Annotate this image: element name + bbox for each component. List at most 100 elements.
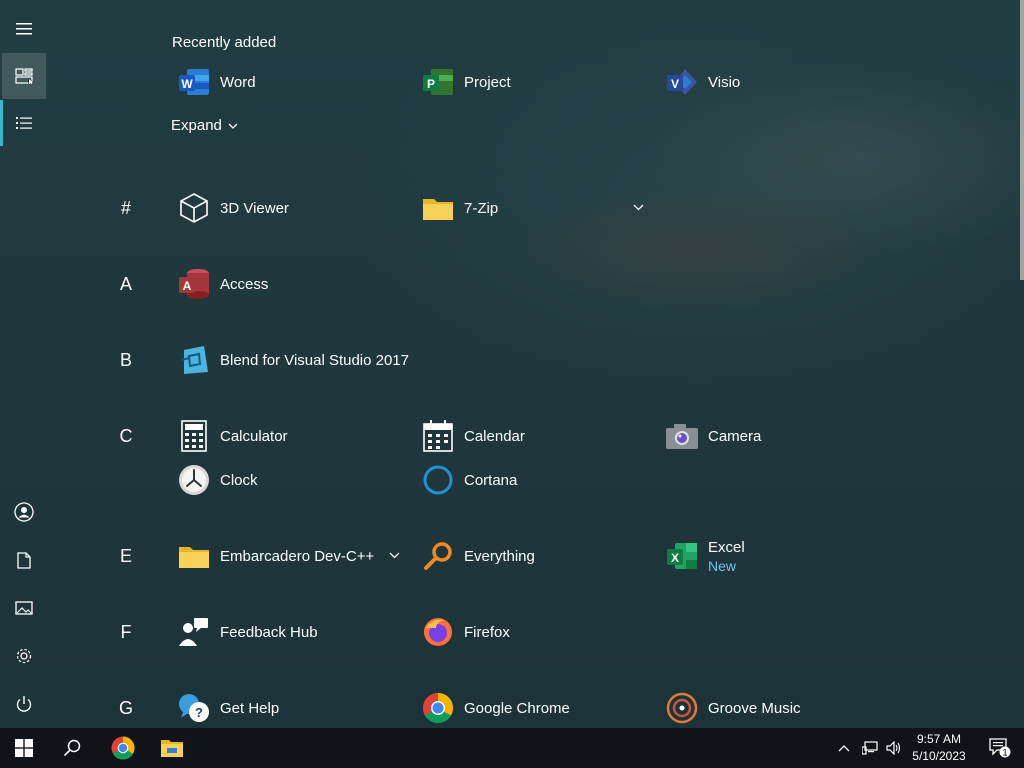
cortana-icon (420, 462, 456, 498)
app-label: Blend for Visual Studio 2017 (220, 351, 410, 369)
document-icon (17, 551, 31, 569)
app-calendar[interactable]: Calendar (420, 416, 525, 456)
word-icon: W (176, 64, 212, 100)
app-groove-music[interactable]: Groove Music (664, 688, 801, 728)
app-3d-viewer[interactable]: 3D Viewer (176, 188, 289, 228)
search-button[interactable] (48, 728, 96, 768)
visio-icon: V (664, 64, 700, 100)
help-icon: ? (176, 690, 212, 726)
start-menu-rail (0, 0, 48, 728)
windows-icon (15, 739, 33, 757)
new-badge: New (708, 557, 737, 574)
tiles-view-button[interactable] (2, 53, 46, 99)
app-excel[interactable]: X Excel New (664, 536, 745, 576)
camera-icon (664, 418, 700, 454)
chevron-up-icon[interactable] (838, 744, 850, 752)
action-center-button[interactable]: 1 (976, 728, 1024, 768)
magnifier-icon (420, 538, 456, 574)
app-label: 3D Viewer (220, 199, 289, 217)
app-label: Clock (220, 471, 258, 489)
app-label: Google Chrome (464, 699, 570, 717)
taskbar-clock[interactable]: 9:57 AM 5/10/2023 (906, 731, 972, 765)
chevron-down-icon (228, 123, 238, 129)
file-explorer-icon (161, 740, 183, 757)
firefox-icon (420, 614, 456, 650)
recently-added-heading: Recently added (172, 34, 277, 51)
excel-name: Excel (708, 538, 745, 556)
calculator-icon (176, 418, 212, 454)
feedback-icon (176, 614, 212, 650)
app-7-zip[interactable]: 7-Zip (420, 188, 498, 228)
app-label: Camera (708, 427, 762, 445)
app-get-help[interactable]: ? Get Help (176, 688, 279, 728)
app-label: Groove Music (708, 699, 801, 717)
letter-heading-g[interactable]: G (112, 698, 140, 719)
app-label: Project (464, 73, 511, 91)
letter-heading-b[interactable]: B (112, 350, 140, 371)
start-button[interactable] (0, 728, 48, 768)
documents-button[interactable] (0, 537, 48, 583)
app-label: 7-Zip (464, 199, 499, 217)
letter-heading-c[interactable]: C (112, 426, 140, 447)
app-label: Excel New (708, 539, 745, 574)
user-account-button[interactable] (0, 489, 48, 535)
app-clock[interactable]: Clock (176, 460, 258, 500)
app-everything[interactable]: Everything (420, 536, 535, 576)
power-icon (16, 696, 32, 712)
app-feedback-hub[interactable]: Feedback Hub (176, 612, 318, 652)
notification-count: 1 (1002, 748, 1007, 758)
app-label: Everything (464, 547, 535, 565)
app-label: Access (220, 275, 269, 293)
app-access[interactable]: A Access (176, 264, 268, 304)
app-firefox[interactable]: Firefox (420, 612, 510, 652)
recent-app-project[interactable]: P Project (420, 62, 511, 102)
app-label: Firefox (464, 623, 510, 641)
app-label: Calendar (464, 427, 525, 445)
hamburger-menu-button[interactable] (0, 6, 48, 52)
app-label: Cortana (464, 471, 518, 489)
search-icon (63, 739, 81, 757)
settings-button[interactable] (0, 633, 48, 679)
app-label: Embarcadero Dev-C++ (220, 547, 375, 565)
all-apps-button[interactable] (0, 100, 48, 146)
letter-heading-e[interactable]: E (112, 546, 140, 567)
expand-button[interactable]: Expand (171, 117, 238, 134)
letter-heading-hash[interactable]: # (112, 198, 140, 219)
calendar-icon (420, 418, 456, 454)
taskbar-file-explorer[interactable] (148, 728, 196, 768)
letter-heading-f[interactable]: F (112, 622, 140, 643)
folder-icon (176, 538, 212, 574)
pictures-button[interactable] (0, 585, 48, 631)
clock-time: 9:57 AM (916, 732, 962, 746)
chrome-icon (420, 690, 456, 726)
clock-date: 5/10/2023 (912, 749, 966, 763)
taskbar-chrome[interactable] (99, 728, 147, 768)
excel-icon: X (664, 538, 700, 574)
app-google-chrome[interactable]: Google Chrome (420, 688, 570, 728)
taskbar: 9:57 AM 5/10/2023 1 (0, 728, 1024, 768)
recent-app-visio[interactable]: V Visio (664, 62, 740, 102)
system-tray (838, 728, 902, 768)
recent-app-word[interactable]: W Word (176, 62, 256, 102)
app-blend[interactable]: Blend for Visual Studio 2017 (176, 340, 409, 380)
notification-icon: 1 (989, 738, 1011, 758)
chrome-icon (111, 736, 135, 760)
app-label: Get Help (220, 699, 280, 717)
network-icon[interactable] (862, 741, 878, 755)
power-button[interactable] (0, 681, 48, 727)
chevron-down-icon[interactable] (389, 552, 400, 559)
chevron-down-icon[interactable] (633, 204, 644, 211)
app-calculator[interactable]: Calculator (176, 416, 288, 456)
svg-text:V: V (671, 77, 679, 91)
project-icon: P (420, 64, 456, 100)
app-label: Word (220, 73, 256, 91)
letter-heading-a[interactable]: A (112, 274, 140, 295)
blend-icon (176, 342, 212, 378)
cube-icon (176, 190, 212, 226)
app-embarcadero[interactable]: Embarcadero Dev-C++ (176, 536, 374, 576)
volume-icon[interactable] (886, 741, 902, 755)
app-camera[interactable]: Camera (664, 416, 761, 456)
scrollbar[interactable] (1020, 0, 1024, 280)
gear-icon (16, 648, 32, 664)
app-cortana[interactable]: Cortana (420, 460, 517, 500)
